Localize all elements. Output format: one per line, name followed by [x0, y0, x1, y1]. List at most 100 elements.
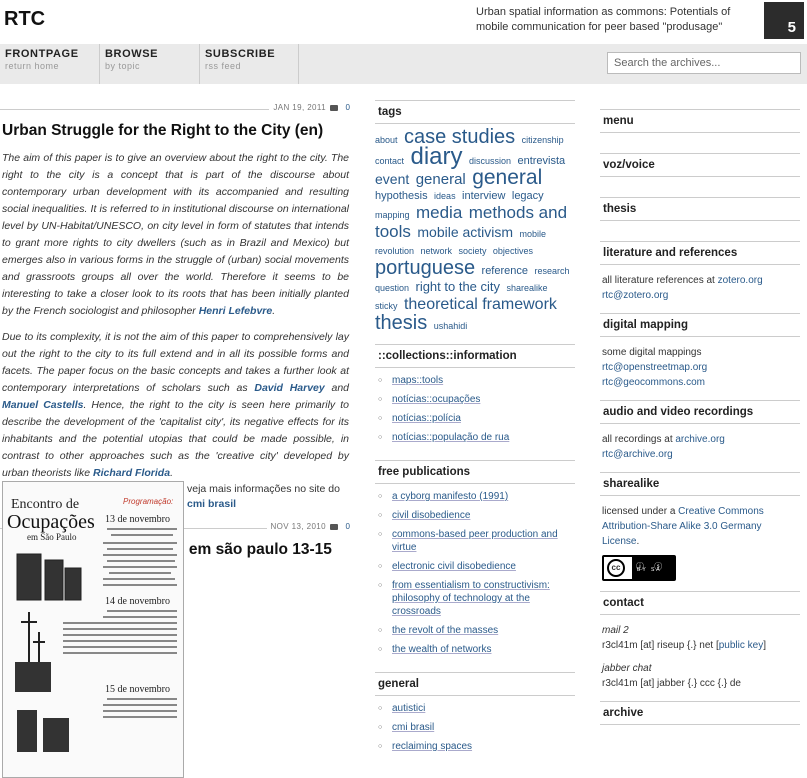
- link-david-harvey[interactable]: David Harvey: [254, 382, 324, 394]
- text: The aim of this paper is to give an over…: [2, 152, 349, 317]
- link[interactable]: autistici: [392, 703, 425, 714]
- list-item[interactable]: a cyborg manifesto (1991): [378, 490, 575, 503]
- tag-link[interactable]: hypothesis: [375, 190, 428, 202]
- widget-heading-voz[interactable]: voz/voice: [600, 153, 800, 177]
- list-item[interactable]: notícias::ocupações: [378, 393, 575, 406]
- link-zotero[interactable]: zotero.org: [718, 275, 763, 286]
- list-item[interactable]: civil disobedience: [378, 509, 575, 522]
- tag-link[interactable]: network: [420, 246, 452, 256]
- link-public-key[interactable]: public key: [719, 640, 763, 651]
- widget-heading-audio-video: audio and video recordings: [600, 400, 800, 424]
- nav-sublabel: rss feed: [205, 61, 242, 71]
- tag-link[interactable]: sticky: [375, 301, 398, 311]
- post-comment-count[interactable]: 0: [346, 103, 350, 112]
- cc-badge-left: cc: [604, 557, 632, 579]
- poster-day: 13 de novembro: [105, 514, 170, 525]
- list-item[interactable]: from essentialism to constructivism: phi…: [378, 579, 575, 618]
- link[interactable]: reclaiming spaces: [392, 741, 472, 752]
- link[interactable]: notícias::ocupações: [392, 394, 480, 405]
- post-title[interactable]: Urban Struggle for the Right to the City…: [0, 116, 352, 141]
- tag-link[interactable]: mapping: [375, 210, 410, 220]
- list-item[interactable]: notícias::população de rua: [378, 431, 575, 444]
- link-archive-org[interactable]: archive.org: [675, 434, 724, 445]
- link-cmi-brasil[interactable]: cmi brasil: [187, 498, 236, 510]
- list-item[interactable]: cmi brasil: [378, 721, 575, 734]
- tag-link[interactable]: reference: [482, 265, 528, 277]
- tag-link[interactable]: question: [375, 283, 409, 293]
- widget-heading-menu[interactable]: menu: [600, 109, 800, 133]
- nav-label: SUBSCRIBE: [205, 48, 276, 60]
- tag-link[interactable]: discussion: [469, 156, 511, 166]
- tag-link[interactable]: research: [534, 266, 569, 276]
- tag-link[interactable]: diary: [410, 143, 462, 170]
- post-comment-count[interactable]: 0: [346, 522, 350, 531]
- tag-link[interactable]: portuguese: [375, 257, 475, 279]
- link[interactable]: notícias::população de rua: [392, 432, 509, 443]
- list-item[interactable]: autistici: [378, 702, 575, 715]
- list-item[interactable]: reclaiming spaces: [378, 740, 575, 753]
- link[interactable]: maps::tools: [392, 375, 443, 386]
- contact-mail-label: mail 2: [602, 625, 629, 636]
- link[interactable]: civil disobedience: [392, 510, 470, 521]
- tag-link[interactable]: right to the city: [415, 279, 500, 294]
- tag-link[interactable]: ushahidi: [434, 321, 468, 331]
- tag-link[interactable]: general: [472, 166, 542, 189]
- widget-heading-general: general: [375, 672, 575, 696]
- text: .: [636, 536, 640, 547]
- list-item[interactable]: the revolt of the masses: [378, 624, 575, 637]
- list-item[interactable]: notícias::polícia: [378, 412, 575, 425]
- site-title[interactable]: RTC: [4, 8, 45, 31]
- tag-link[interactable]: about: [375, 135, 398, 145]
- nav-label: BROWSE: [105, 48, 159, 60]
- cc-license-badge[interactable]: cc ⓘ ⓢ BY SA: [602, 555, 676, 581]
- event-poster-image[interactable]: Encontro de Ocupações em São Paulo Progr…: [2, 481, 184, 778]
- list-item[interactable]: commons-based peer production and virtue: [378, 528, 575, 554]
- tag-link[interactable]: event: [375, 171, 409, 187]
- link[interactable]: a cyborg manifesto (1991): [392, 491, 508, 502]
- link-openstreetmap[interactable]: rtc@openstreetmap.org: [602, 362, 707, 373]
- tag-link[interactable]: thesis: [375, 312, 427, 334]
- tag-link[interactable]: theoretical framework: [404, 296, 557, 313]
- link-geocommons[interactable]: rtc@geocommons.com: [602, 377, 705, 388]
- link[interactable]: electronic civil disobedience: [392, 561, 516, 572]
- link-richard-florida[interactable]: Richard Florida: [93, 467, 170, 479]
- widget-heading-tags: tags: [375, 100, 575, 124]
- comment-bubble-icon[interactable]: [330, 105, 338, 111]
- nav-item-browse[interactable]: BROWSE by topic: [100, 44, 200, 84]
- tag-link[interactable]: objectives: [493, 246, 533, 256]
- link-manuel-castells[interactable]: Manuel Castells: [2, 399, 83, 411]
- link-henri-lefebvre[interactable]: Henri Lefebvre: [199, 305, 273, 317]
- link[interactable]: the wealth of networks: [392, 644, 492, 655]
- search-input[interactable]: [607, 52, 801, 74]
- tag-link[interactable]: ideas: [434, 191, 456, 201]
- link[interactable]: the revolt of the masses: [392, 625, 498, 636]
- nav-item-subscribe[interactable]: SUBSCRIBE rss feed: [200, 44, 299, 84]
- tag-link[interactable]: mobile: [520, 229, 547, 239]
- comment-count-badge[interactable]: 5: [764, 2, 804, 39]
- list-item[interactable]: electronic civil disobedience: [378, 560, 575, 573]
- link[interactable]: notícias::polícia: [392, 413, 461, 424]
- tag-link[interactable]: society: [458, 246, 486, 256]
- tag-link[interactable]: citizenship: [522, 135, 564, 145]
- literature-text: all literature references at zotero.org …: [600, 265, 800, 313]
- widget-heading-thesis[interactable]: thesis: [600, 197, 800, 221]
- widget-heading-literature: literature and references: [600, 241, 800, 265]
- nav-item-frontpage[interactable]: FRONTPAGE return home: [0, 44, 100, 84]
- link-rtc-archive[interactable]: rtc@archive.org: [602, 449, 673, 460]
- link-rtc-zotero[interactable]: rtc@zotero.org: [602, 290, 668, 301]
- tag-link[interactable]: mobile activism: [417, 224, 513, 240]
- link[interactable]: cmi brasil: [392, 722, 434, 733]
- list-item[interactable]: the wealth of networks: [378, 643, 575, 656]
- widget-heading-sharealike: sharealike: [600, 472, 800, 496]
- link[interactable]: commons-based peer production and virtue: [392, 529, 558, 553]
- list-item[interactable]: maps::tools: [378, 374, 575, 387]
- tag-link[interactable]: media: [416, 203, 462, 222]
- tag-link[interactable]: general: [416, 171, 466, 188]
- comment-bubble-icon[interactable]: [330, 524, 338, 530]
- tag-link[interactable]: legacy: [512, 190, 544, 202]
- tag-link[interactable]: contact: [375, 156, 404, 166]
- tag-link[interactable]: interview: [462, 190, 505, 202]
- tag-link[interactable]: revolution: [375, 246, 414, 256]
- tag-link[interactable]: sharealike: [506, 283, 547, 293]
- link[interactable]: from essentialism to constructivism: phi…: [392, 580, 550, 617]
